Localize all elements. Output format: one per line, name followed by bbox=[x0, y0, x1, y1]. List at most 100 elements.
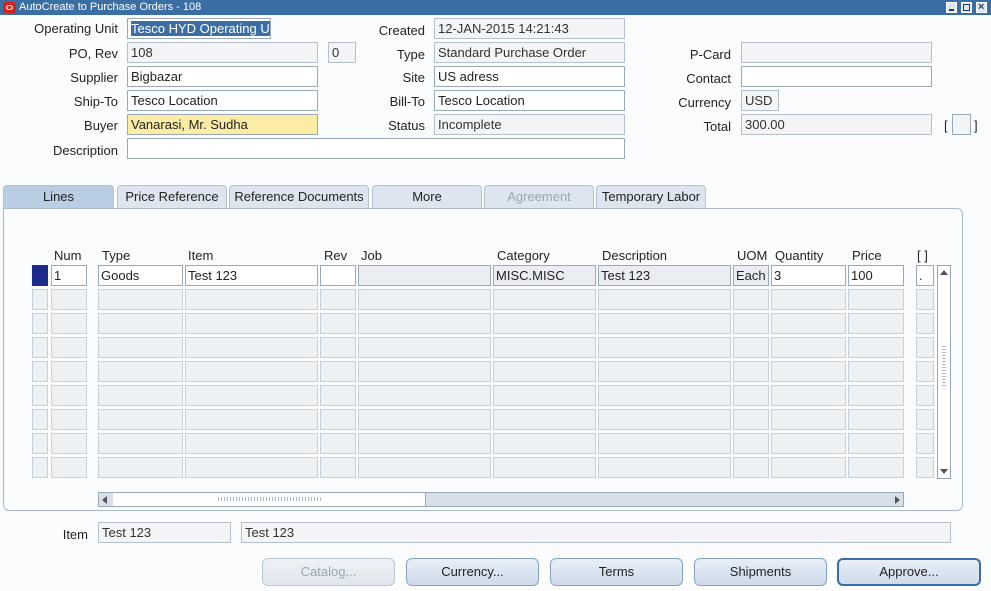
empty-line-cell[interactable] bbox=[848, 409, 904, 430]
row-selector[interactable] bbox=[32, 457, 48, 478]
empty-line-cell[interactable] bbox=[916, 385, 934, 406]
empty-line-cell[interactable] bbox=[848, 361, 904, 382]
scroll-left-icon[interactable] bbox=[102, 496, 107, 504]
empty-line-cell[interactable] bbox=[733, 457, 769, 478]
empty-line-cell[interactable] bbox=[733, 409, 769, 430]
empty-line-cell[interactable] bbox=[916, 337, 934, 358]
catalog-button[interactable]: Catalog... bbox=[262, 558, 395, 586]
empty-line-cell[interactable] bbox=[598, 385, 731, 406]
scroll-up-icon[interactable] bbox=[940, 270, 948, 275]
empty-line-cell[interactable] bbox=[320, 313, 356, 334]
line-price-cell[interactable]: 100 bbox=[848, 265, 904, 286]
lines-vertical-scrollbar[interactable] bbox=[937, 265, 951, 479]
line-num-cell[interactable]: 1 bbox=[51, 265, 87, 286]
empty-line-cell[interactable] bbox=[598, 313, 731, 334]
empty-line-cell[interactable] bbox=[320, 361, 356, 382]
currency-field[interactable]: USD bbox=[741, 90, 779, 111]
row-selector[interactable] bbox=[32, 313, 48, 334]
line-category-cell[interactable]: MISC.MISC bbox=[493, 265, 596, 286]
empty-line-cell[interactable] bbox=[598, 361, 731, 382]
empty-line-cell[interactable] bbox=[598, 457, 731, 478]
empty-line-cell[interactable] bbox=[98, 313, 183, 334]
empty-line-cell[interactable] bbox=[493, 457, 596, 478]
footer-item-field[interactable]: Test 123 bbox=[98, 522, 231, 543]
empty-line-cell[interactable] bbox=[733, 289, 769, 310]
empty-line-cell[interactable] bbox=[98, 385, 183, 406]
empty-line-cell[interactable] bbox=[493, 433, 596, 454]
empty-line-cell[interactable] bbox=[493, 361, 596, 382]
line-job-cell[interactable] bbox=[358, 265, 491, 286]
empty-line-cell[interactable] bbox=[771, 361, 846, 382]
empty-line-cell[interactable] bbox=[51, 361, 87, 382]
footer-item-description-field[interactable]: Test 123 bbox=[241, 522, 951, 543]
empty-line-cell[interactable] bbox=[185, 385, 318, 406]
empty-line-cell[interactable] bbox=[51, 337, 87, 358]
empty-line-cell[interactable] bbox=[358, 385, 491, 406]
empty-line-cell[interactable] bbox=[771, 457, 846, 478]
row-selector[interactable] bbox=[32, 337, 48, 358]
empty-line-cell[interactable] bbox=[98, 289, 183, 310]
row-selector[interactable] bbox=[32, 433, 48, 454]
minimize-icon[interactable] bbox=[946, 2, 957, 13]
horizontal-scroll-thumb[interactable] bbox=[113, 493, 426, 506]
operating-unit-field[interactable]: Tesco HYD Operating U bbox=[127, 18, 271, 39]
line-type-cell[interactable]: Goods bbox=[98, 265, 183, 286]
empty-line-cell[interactable] bbox=[733, 337, 769, 358]
empty-line-cell[interactable] bbox=[320, 385, 356, 406]
empty-line-cell[interactable] bbox=[358, 289, 491, 310]
empty-line-cell[interactable] bbox=[185, 361, 318, 382]
empty-line-cell[interactable] bbox=[916, 433, 934, 454]
empty-line-cell[interactable] bbox=[185, 409, 318, 430]
status-field[interactable]: Incomplete bbox=[434, 114, 625, 135]
description-field[interactable] bbox=[127, 138, 625, 159]
row-selector-current[interactable] bbox=[32, 265, 48, 286]
empty-line-cell[interactable] bbox=[358, 457, 491, 478]
empty-line-cell[interactable] bbox=[320, 409, 356, 430]
empty-line-cell[interactable] bbox=[51, 409, 87, 430]
row-selector[interactable] bbox=[32, 361, 48, 382]
empty-line-cell[interactable] bbox=[320, 289, 356, 310]
maximize-icon[interactable] bbox=[961, 2, 972, 13]
line-rev-cell[interactable] bbox=[320, 265, 356, 286]
oracle-app-icon[interactable] bbox=[3, 2, 16, 13]
empty-line-cell[interactable] bbox=[51, 385, 87, 406]
empty-line-cell[interactable] bbox=[185, 457, 318, 478]
empty-line-cell[interactable] bbox=[598, 433, 731, 454]
empty-line-cell[interactable] bbox=[771, 313, 846, 334]
empty-line-cell[interactable] bbox=[916, 409, 934, 430]
close-icon[interactable] bbox=[976, 0, 987, 15]
line-uom-cell[interactable]: Each bbox=[733, 265, 769, 286]
created-field[interactable]: 12-JAN-2015 14:21:43 bbox=[434, 18, 625, 39]
empty-line-cell[interactable] bbox=[98, 433, 183, 454]
total-field[interactable]: 300.00 bbox=[741, 114, 932, 135]
empty-line-cell[interactable] bbox=[51, 289, 87, 310]
empty-line-cell[interactable] bbox=[771, 409, 846, 430]
empty-line-cell[interactable] bbox=[493, 313, 596, 334]
bill-to-field[interactable]: Tesco Location bbox=[434, 90, 625, 111]
line-description-cell[interactable]: Test 123 bbox=[598, 265, 731, 286]
p-card-field[interactable] bbox=[741, 42, 932, 63]
scroll-down-icon[interactable] bbox=[940, 469, 948, 474]
empty-line-cell[interactable] bbox=[771, 385, 846, 406]
empty-line-cell[interactable] bbox=[598, 409, 731, 430]
empty-line-cell[interactable] bbox=[771, 337, 846, 358]
empty-line-cell[interactable] bbox=[848, 337, 904, 358]
empty-line-cell[interactable] bbox=[771, 289, 846, 310]
empty-line-cell[interactable] bbox=[51, 457, 87, 478]
empty-line-cell[interactable] bbox=[916, 289, 934, 310]
empty-line-cell[interactable] bbox=[493, 385, 596, 406]
empty-line-cell[interactable] bbox=[358, 313, 491, 334]
empty-line-cell[interactable] bbox=[848, 433, 904, 454]
empty-line-cell[interactable] bbox=[493, 409, 596, 430]
empty-line-cell[interactable] bbox=[51, 433, 87, 454]
empty-line-cell[interactable] bbox=[358, 409, 491, 430]
empty-line-cell[interactable] bbox=[733, 433, 769, 454]
empty-line-cell[interactable] bbox=[358, 337, 491, 358]
empty-line-cell[interactable] bbox=[493, 337, 596, 358]
type-field[interactable]: Standard Purchase Order bbox=[434, 42, 625, 63]
lines-horizontal-scrollbar[interactable] bbox=[98, 492, 904, 507]
empty-line-cell[interactable] bbox=[185, 337, 318, 358]
descriptive-flexfield[interactable] bbox=[952, 114, 971, 135]
empty-line-cell[interactable] bbox=[848, 385, 904, 406]
currency-button[interactable]: Currency... bbox=[406, 558, 539, 586]
